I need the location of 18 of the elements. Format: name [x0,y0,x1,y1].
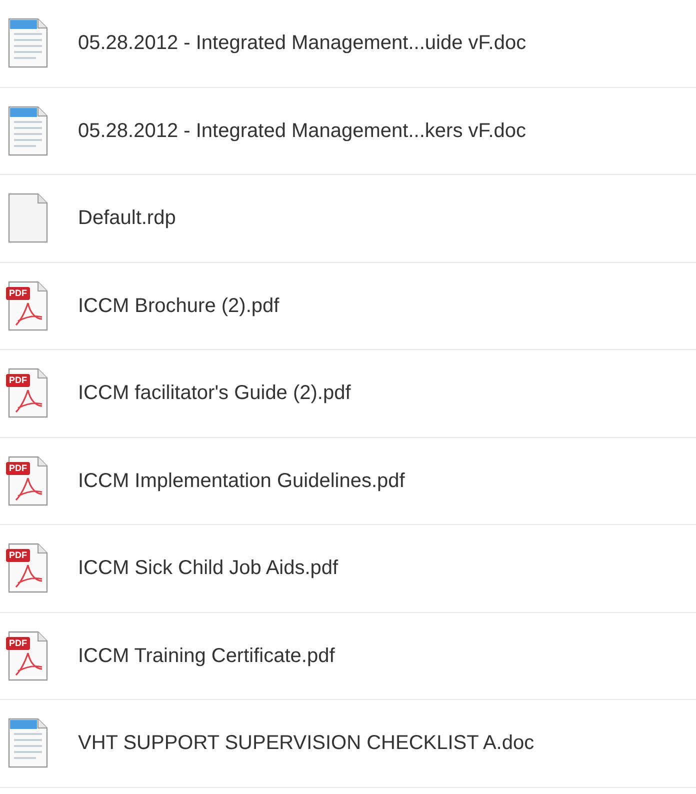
pdf-file-icon: PDF [8,368,48,418]
pdf-file-icon: PDF [8,543,48,594]
blank-file-icon [8,193,48,244]
file-name[interactable]: 05.28.2012 - Integrated Management...kers vF.doc [78,116,526,146]
file-name[interactable]: 05.28.2012 - Integrated Management...uide vF.doc [78,28,526,58]
pdf-file-icon: PDF [8,456,48,506]
document-icon [8,718,48,768]
file-name[interactable]: ICCM Sick Child Job Aids.pdf [78,553,338,584]
document-icon [8,106,48,156]
document-icon [8,18,48,68]
file-name[interactable]: ICCM Brochure (2).pdf [78,290,280,321]
file-name[interactable]: ICCM facilitator's Guide (2).pdf [78,378,351,408]
file-name[interactable]: ICCM Training Certificate.pdf [78,640,335,671]
file-name[interactable]: Default.rdp [78,203,176,234]
pdf-file-icon: PDF [8,280,48,331]
pdf-file-icon: PDF [8,630,48,681]
file-name[interactable]: VHT SUPPORT SUPERVISION CHECKLIST A.doc [78,728,534,758]
file-name[interactable]: ICCM Implementation Guidelines.pdf [78,466,405,496]
